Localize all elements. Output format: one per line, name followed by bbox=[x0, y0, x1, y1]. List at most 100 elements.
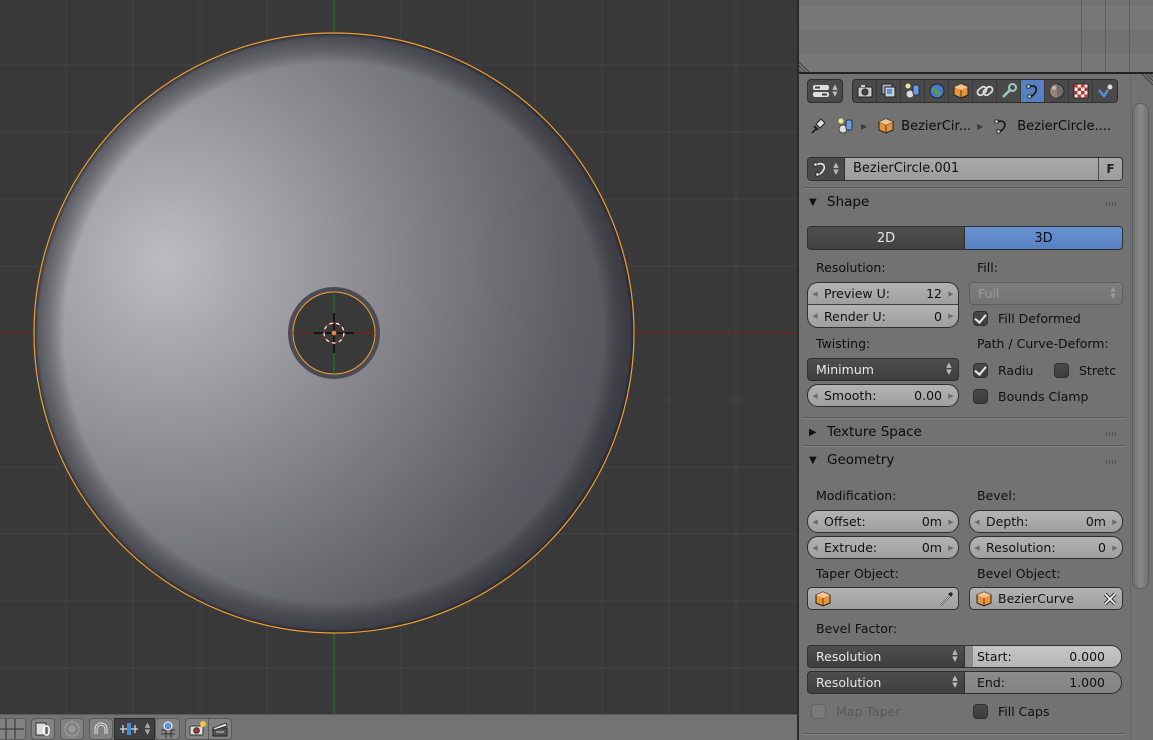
fill-deformed-checkbox[interactable]: Fill Deformed bbox=[973, 311, 1081, 326]
tab-texture[interactable] bbox=[1069, 80, 1093, 102]
decrement-arrow-icon[interactable]: ◀ bbox=[970, 518, 984, 526]
panel-drag-handle[interactable] bbox=[1105, 460, 1117, 464]
pivot-link-button[interactable] bbox=[31, 718, 55, 740]
increment-arrow-icon[interactable]: ▶ bbox=[944, 392, 958, 400]
area-resize-handle[interactable] bbox=[799, 59, 813, 73]
increment-arrow-icon[interactable]: ▶ bbox=[944, 518, 958, 526]
stretch-checkbox[interactable]: Stretc bbox=[1054, 363, 1116, 378]
radius-checkbox[interactable]: Radiu bbox=[973, 363, 1033, 378]
bevel-factor-end-mapping-dropdown[interactable]: Resolution ▲ ▼ bbox=[807, 671, 965, 694]
taper-object-field[interactable] bbox=[807, 587, 959, 610]
bevel-depth-field[interactable]: ◀ Depth: 0m ▶ bbox=[969, 510, 1123, 533]
snap-toggle-button[interactable] bbox=[89, 718, 113, 740]
area-resize-handle[interactable] bbox=[1139, 74, 1153, 88]
tab-world[interactable] bbox=[925, 80, 949, 102]
proportional-editing-button[interactable] bbox=[60, 718, 84, 740]
viewport-canvas[interactable] bbox=[0, 0, 797, 714]
map-taper-checkbox[interactable]: Map Taper bbox=[811, 704, 900, 719]
outliner[interactable] bbox=[799, 0, 1153, 73]
breadcrumb-data[interactable]: BezierCircle.... bbox=[1017, 119, 1111, 134]
increment-arrow-icon[interactable]: ▶ bbox=[944, 312, 958, 320]
dimension-3d-button[interactable]: 3D bbox=[965, 227, 1122, 249]
increment-arrow-icon[interactable]: ▶ bbox=[1108, 544, 1122, 552]
preview-u-field[interactable]: ◀ Preview U: 12 ▶ bbox=[807, 282, 959, 305]
object-origin[interactable] bbox=[331, 330, 337, 336]
texture-space-panel-header[interactable]: ▶ Texture Space bbox=[809, 422, 922, 442]
properties-scrollbar[interactable] bbox=[1132, 103, 1149, 589]
cube-icon bbox=[878, 118, 894, 134]
tab-curve-data[interactable] bbox=[1021, 80, 1045, 102]
decrement-arrow-icon[interactable]: ◀ bbox=[808, 518, 822, 526]
render-u-field[interactable]: ◀ Render U: 0 ▶ bbox=[807, 305, 959, 328]
clear-x-icon[interactable] bbox=[1102, 591, 1118, 607]
decrement-arrow-icon[interactable]: ◀ bbox=[808, 312, 822, 320]
outliner-row[interactable] bbox=[799, 30, 1153, 54]
increment-arrow-icon[interactable]: ▶ bbox=[944, 544, 958, 552]
bevel-factor-end-slider[interactable]: End: 1.000 bbox=[965, 671, 1122, 694]
bevel-resolution-field[interactable]: ◀ Resolution: 0 ▶ bbox=[969, 536, 1123, 559]
grid-icon bbox=[0, 719, 24, 739]
fill-mode-dropdown[interactable]: Full ▲ ▼ bbox=[969, 282, 1123, 305]
pin-icon[interactable] bbox=[809, 117, 827, 135]
bevel-factor-label: Bevel Factor: bbox=[816, 621, 898, 636]
taper-object-label: Taper Object: bbox=[816, 566, 899, 581]
eyedropper-icon[interactable] bbox=[938, 591, 954, 607]
fake-user-button[interactable]: F bbox=[1098, 158, 1122, 180]
snap-target-button[interactable] bbox=[155, 718, 180, 740]
tab-scene[interactable] bbox=[901, 80, 925, 102]
render-layers-icon bbox=[881, 83, 895, 98]
decrement-arrow-icon[interactable]: ◀ bbox=[808, 290, 822, 298]
bevel-object-field[interactable]: BezierCurve bbox=[969, 587, 1123, 610]
extrude-field[interactable]: ◀ Extrude: 0m ▶ bbox=[807, 536, 959, 559]
bevel-label: Bevel: bbox=[977, 488, 1017, 503]
increment-arrow-icon[interactable]: ▶ bbox=[1108, 518, 1122, 526]
outliner-column-divider bbox=[1081, 0, 1082, 73]
dimension-2d-button[interactable]: 2D bbox=[808, 227, 965, 249]
layers-button[interactable] bbox=[0, 718, 26, 740]
decrement-arrow-icon[interactable]: ◀ bbox=[808, 392, 822, 400]
outliner-row[interactable] bbox=[799, 6, 1153, 30]
breadcrumb-object[interactable]: BezierCir... bbox=[901, 119, 971, 134]
3d-viewport[interactable] bbox=[0, 0, 797, 714]
opengl-render-button[interactable] bbox=[185, 718, 209, 740]
tab-object[interactable] bbox=[949, 80, 973, 102]
geometry-panel-header[interactable]: ▼ Geometry bbox=[809, 450, 894, 470]
outliner-column-divider bbox=[1129, 0, 1130, 73]
properties-editor[interactable]: ▲ ▼ ▶ BezierCir... ▶ BezierCircle.... ▲ ▼ … bbox=[799, 74, 1153, 740]
checkbox-icon bbox=[973, 363, 988, 378]
panel-drag-handle[interactable] bbox=[1105, 432, 1117, 436]
extrude-value: 0m bbox=[921, 540, 942, 555]
twisting-mode-dropdown[interactable]: Minimum ▲ ▼ bbox=[807, 358, 959, 381]
tab-modifiers[interactable] bbox=[997, 80, 1021, 102]
offset-field[interactable]: ◀ Offset: 0m ▶ bbox=[807, 510, 959, 533]
opengl-animation-button[interactable] bbox=[208, 718, 232, 740]
fill-caps-checkbox[interactable]: Fill Caps bbox=[973, 704, 1050, 719]
browse-curve-button[interactable]: ▲ ▼ bbox=[808, 158, 845, 180]
tab-render-layers[interactable] bbox=[877, 80, 901, 102]
tab-physics[interactable] bbox=[1093, 80, 1117, 102]
increment-arrow-icon[interactable]: ▶ bbox=[944, 290, 958, 298]
cube-icon bbox=[976, 590, 992, 607]
shape-panel-header[interactable]: ▼ Shape bbox=[809, 192, 869, 212]
magnet-icon bbox=[94, 722, 108, 734]
checkbox-icon bbox=[811, 704, 826, 719]
fill-deformed-label: Fill Deformed bbox=[998, 311, 1081, 326]
bevel-factor-start-slider[interactable]: Start: 0.000 bbox=[965, 645, 1122, 668]
curve-name-field[interactable]: BezierCircle.001 bbox=[845, 158, 1098, 180]
tab-constraints[interactable] bbox=[973, 80, 997, 102]
expand-triangle-icon: ▶ bbox=[809, 426, 817, 438]
collapse-triangle-icon: ▼ bbox=[809, 196, 817, 208]
snap-element-menu[interactable]: ▲ ▼ bbox=[114, 718, 155, 740]
resolution-label: Resolution: bbox=[816, 260, 886, 275]
bounds-clamp-checkbox[interactable]: Bounds Clamp bbox=[973, 389, 1088, 404]
bevel-factor-start-mapping-dropdown[interactable]: Resolution ▲ ▼ bbox=[807, 645, 965, 668]
smooth-field[interactable]: ◀ Smooth: 0.00 ▶ bbox=[807, 384, 959, 407]
tab-material[interactable] bbox=[1045, 80, 1069, 102]
tab-render[interactable] bbox=[853, 80, 877, 102]
stretch-label: Stretc bbox=[1079, 363, 1117, 378]
outliner-row[interactable] bbox=[799, 54, 1153, 73]
editor-type-button[interactable]: ▲ ▼ bbox=[807, 79, 843, 103]
decrement-arrow-icon[interactable]: ◀ bbox=[808, 544, 822, 552]
decrement-arrow-icon[interactable]: ◀ bbox=[970, 544, 984, 552]
panel-drag-handle[interactable] bbox=[1105, 202, 1117, 206]
